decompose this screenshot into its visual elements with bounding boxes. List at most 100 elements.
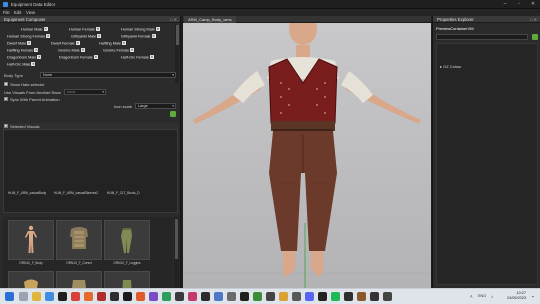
race-tag-gnome-female[interactable]: Gnome Female ✕ (103, 48, 135, 54)
app-icon-dark[interactable] (110, 292, 119, 301)
race-tag-githyanki-female[interactable]: Githyanki Female ✕ (121, 34, 156, 40)
scrollbar-thumb[interactable] (175, 219, 178, 259)
app-icon-pink[interactable] (188, 292, 197, 301)
app-icon-steam[interactable] (123, 292, 132, 301)
app-icon-blue[interactable] (214, 292, 223, 301)
app-icon-red[interactable] (71, 292, 80, 301)
app-icon-dark4[interactable] (344, 292, 353, 301)
race-tag-human-strong-female[interactable]: Human Strong Female ✕ (7, 34, 51, 40)
race-tag-human-strong-male[interactable]: Human Strong Male ✕ (121, 27, 160, 33)
app-icon-terminal[interactable] (58, 292, 67, 301)
app-icon-dark5[interactable] (370, 292, 379, 301)
tray-chevron-icon[interactable]: ˄ (470, 294, 473, 299)
app-icon-green2[interactable] (253, 292, 262, 301)
thumbnail-label: ORN10_F_Leggins (113, 261, 141, 265)
visual-item[interactable]: HUM_F_ARM_casualBody (8, 191, 46, 195)
race-tag-halfling-male[interactable]: Halfling Male ✕ (99, 41, 126, 47)
app-icon-discord[interactable] (305, 292, 314, 301)
volume-icon[interactable]: ♪ (491, 294, 493, 299)
language-indicator[interactable]: ENG (478, 294, 486, 298)
visual-item[interactable]: HUM_F_ARM_casualSleeves2 (54, 191, 98, 195)
race-tag-half-orc-female[interactable]: Half-Orc Female ✕ (121, 55, 154, 61)
visual-item[interactable]: HUM_F_CLT_Boots_D (107, 191, 140, 195)
icon-scale-select[interactable]: Large ▾ (135, 103, 176, 109)
thumbnail-leggins[interactable] (104, 220, 150, 260)
start-icon[interactable] (5, 292, 14, 301)
3d-viewport[interactable]: ARM_Camp_Body_wms (183, 16, 431, 288)
app-icon-black[interactable] (201, 292, 210, 301)
race-tag-gnome-male[interactable]: Gnome Male ✕ (58, 48, 85, 54)
scrollbar-thumb[interactable] (175, 25, 179, 45)
app-icon-firefox[interactable] (84, 292, 93, 301)
race-tag-half-orc-male[interactable]: Half-Orc Male ✕ (7, 62, 36, 68)
maximize-button[interactable]: ▫ (512, 1, 526, 8)
remove-icon[interactable]: ✕ (37, 55, 42, 59)
file-explorer-icon[interactable] (32, 292, 41, 301)
close-button[interactable]: ✕ (526, 1, 540, 8)
property-filter-input[interactable] (436, 34, 528, 40)
race-tag-githyanki-male[interactable]: Githyanki Male ✕ (71, 34, 102, 40)
app-icon-purple[interactable] (149, 292, 158, 301)
race-tag-dragonborn-female[interactable]: Dragonborn Female ✕ (59, 55, 98, 61)
race-tag-dwarf-female[interactable]: Dwarf Female ✕ (51, 41, 80, 47)
app-icon-editor[interactable] (240, 292, 249, 301)
add-visual-button[interactable] (170, 111, 176, 117)
remove-icon[interactable]: ✕ (97, 34, 102, 38)
app-icon-orange[interactable] (136, 292, 145, 301)
app-icon-dark6[interactable] (383, 292, 392, 301)
app-icon-brown[interactable] (357, 292, 366, 301)
add-property-button[interactable] (532, 34, 538, 40)
remove-icon[interactable]: ✕ (121, 41, 126, 45)
app-icon-edge[interactable] (45, 292, 54, 301)
use-visuals-select[interactable]: none ▾ (64, 89, 106, 95)
app-icon-dark2[interactable] (266, 292, 275, 301)
remove-icon[interactable]: ✕ (93, 55, 98, 59)
search-icon[interactable] (19, 292, 28, 301)
remove-icon[interactable]: ✕ (46, 34, 51, 38)
race-tag-human-male[interactable]: Human Male ✕ (21, 27, 48, 33)
app-icon-spotify[interactable] (331, 292, 340, 301)
notification-icon[interactable]: ▪ (532, 294, 534, 299)
viewport-canvas[interactable] (183, 23, 431, 288)
app-icon-game[interactable] (97, 292, 106, 301)
race-tag-halfling-female[interactable]: Halfling Female ✕ (7, 48, 39, 54)
property-item[interactable]: ▸ OZ Colour (440, 64, 462, 69)
race-tag-human-female[interactable]: Human Female ✕ (69, 27, 100, 33)
remove-icon[interactable]: ✕ (75, 41, 80, 45)
menu-edit[interactable]: Edit (14, 10, 21, 15)
sync-animation-checkbox[interactable] (4, 97, 8, 102)
selected-visuals-checkbox[interactable] (4, 124, 8, 129)
remove-icon[interactable]: ✕ (151, 34, 156, 38)
minimize-button[interactable]: – (498, 1, 512, 8)
remove-icon[interactable]: ✕ (130, 48, 135, 52)
remove-icon[interactable]: ✕ (27, 41, 32, 45)
thumbnail-corset[interactable] (56, 220, 102, 260)
race-tag-dwarf-male[interactable]: Dwarf Male ✕ (7, 41, 32, 47)
clock[interactable]: 10:27 24/05/2023 (507, 291, 526, 301)
remove-icon[interactable]: ✕ (34, 48, 39, 52)
race-label: Half-Orc Female (121, 55, 149, 60)
remove-icon[interactable]: ✕ (31, 62, 36, 66)
app-icon-gray[interactable] (175, 292, 184, 301)
thumbnail-body[interactable] (8, 220, 54, 260)
menu-view[interactable]: View (26, 10, 35, 15)
remove-icon[interactable]: ✕ (43, 27, 48, 31)
use-visuals-label: Use Visuals From Another Race (4, 90, 61, 95)
panel-window-buttons[interactable]: □ ✕ (170, 17, 177, 22)
body-type-select[interactable]: None ▾ (40, 72, 176, 78)
app-icon-yellow[interactable] (279, 292, 288, 301)
viewport-tab-bar: ARM_Camp_Body_wms (183, 16, 431, 23)
remove-icon[interactable]: ✕ (155, 27, 160, 31)
viewport-tab[interactable]: ARM_Camp_Body_wms (184, 16, 236, 23)
remove-icon[interactable]: ✕ (149, 55, 154, 59)
app-icon-gray2[interactable] (227, 292, 236, 301)
race-tag-dragonborn-male[interactable]: Dragonborn Male ✕ (7, 55, 42, 61)
menu-file[interactable]: File (3, 10, 10, 15)
panel-window-buttons[interactable]: □ ✕ (530, 17, 537, 22)
app-icon-gray3[interactable] (292, 292, 301, 301)
app-icon-green[interactable] (162, 292, 171, 301)
app-icon-dark3[interactable] (318, 292, 327, 301)
remove-icon[interactable]: ✕ (95, 27, 100, 31)
show-hats-checkbox[interactable] (4, 82, 8, 86)
remove-icon[interactable]: ✕ (80, 48, 85, 52)
